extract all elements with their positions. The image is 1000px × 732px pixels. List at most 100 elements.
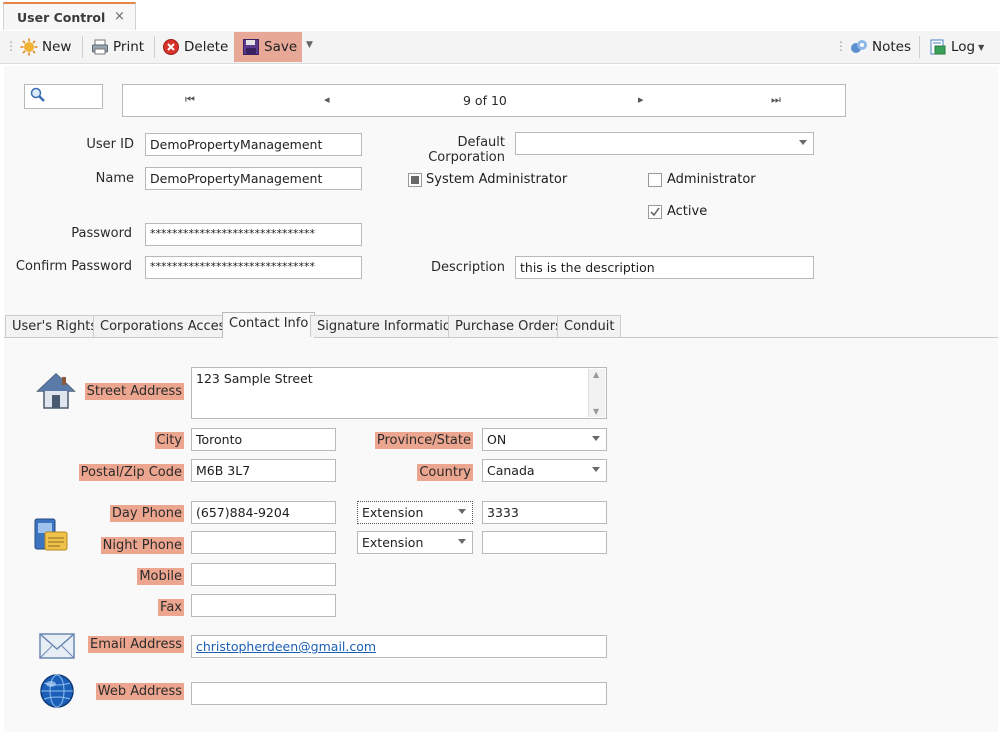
tab-conduit[interactable]: Conduit bbox=[557, 315, 622, 337]
fax-input[interactable] bbox=[191, 594, 336, 617]
province-state-label: Province/State bbox=[374, 432, 473, 449]
toolbar-separator bbox=[82, 36, 83, 58]
active-label: Active bbox=[667, 204, 708, 219]
email-address-link[interactable]: christopherdeen@gmail.com bbox=[196, 639, 376, 654]
first-record-icon[interactable]: ⏮ bbox=[185, 93, 195, 107]
night-extension-type-value: Extension bbox=[362, 535, 424, 550]
toolbar-separator bbox=[919, 36, 920, 58]
notes-button-label: Notes bbox=[872, 39, 911, 55]
close-icon[interactable]: × bbox=[114, 9, 125, 24]
chevron-down-icon bbox=[592, 467, 600, 472]
night-phone-input[interactable] bbox=[191, 531, 336, 554]
postal-zip-input[interactable]: M6B 3L7 bbox=[191, 459, 336, 482]
chevron-down-icon bbox=[799, 140, 807, 145]
toolbar: ⋮ New Print Delete Save ▼ ⋮ Notes Log ▼ bbox=[0, 31, 1000, 64]
log-icon bbox=[930, 39, 946, 55]
night-extension-input[interactable] bbox=[482, 531, 607, 554]
next-record-icon[interactable]: ▸ bbox=[638, 93, 644, 106]
province-state-value: ON bbox=[487, 432, 507, 447]
log-button-label: Log bbox=[951, 39, 976, 55]
day-phone-input[interactable]: (657)884-9204 bbox=[191, 501, 336, 524]
day-extension-type-value: Extension bbox=[362, 505, 424, 520]
print-button-label: Print bbox=[113, 39, 145, 55]
checkmark-icon bbox=[650, 207, 660, 217]
country-value: Canada bbox=[487, 463, 535, 478]
save-button-label: Save bbox=[264, 39, 298, 55]
description-label: Description bbox=[430, 260, 505, 275]
street-address-label: Street Address bbox=[84, 383, 184, 400]
active-checkbox[interactable] bbox=[648, 205, 662, 219]
new-star-icon bbox=[20, 38, 38, 56]
mobile-label: Mobile bbox=[137, 568, 184, 585]
name-label: Name bbox=[95, 171, 134, 186]
new-button-label: New bbox=[42, 39, 72, 55]
day-phone-label: Day Phone bbox=[109, 505, 184, 522]
print-button[interactable]: Print bbox=[91, 32, 144, 62]
notes-button[interactable]: Notes bbox=[850, 32, 911, 62]
mobile-input[interactable] bbox=[191, 563, 336, 586]
administrator-label: Administrator bbox=[667, 172, 756, 187]
day-extension-input[interactable]: 3333 bbox=[482, 501, 607, 524]
printer-icon bbox=[92, 39, 108, 55]
search-input[interactable] bbox=[24, 84, 103, 109]
tab-signature-information[interactable]: Signature Information bbox=[310, 315, 467, 337]
system-administrator-checkbox[interactable] bbox=[408, 173, 422, 187]
toolbar-grip-icon[interactable]: ⋮ bbox=[5, 39, 17, 53]
save-button[interactable]: Save bbox=[234, 32, 302, 62]
street-address-scrollbar[interactable]: ▲ ▼ bbox=[588, 369, 605, 417]
chevron-down-icon bbox=[592, 436, 600, 441]
previous-record-icon[interactable]: ◂ bbox=[324, 93, 330, 106]
tab-contact-info[interactable]: Contact Info bbox=[222, 312, 316, 338]
chevron-down-icon bbox=[458, 509, 466, 514]
city-label: City bbox=[154, 432, 184, 449]
scroll-up-icon[interactable]: ▲ bbox=[593, 370, 599, 379]
password-input[interactable]: ****************************** bbox=[145, 223, 362, 246]
document-tab-strip bbox=[0, 0, 1000, 32]
log-button[interactable]: Log ▼ bbox=[929, 32, 984, 62]
web-address-label: Web Address bbox=[95, 683, 184, 700]
administrator-checkbox[interactable] bbox=[648, 173, 662, 187]
user-id-input[interactable]: DemoPropertyManagement bbox=[145, 133, 362, 156]
email-address-input[interactable]: christopherdeen@gmail.com bbox=[191, 635, 607, 658]
record-position: 9 of 10 bbox=[463, 93, 507, 108]
fax-label: Fax bbox=[158, 599, 184, 616]
country-select[interactable]: Canada bbox=[482, 459, 607, 482]
street-address-input[interactable]: 123 Sample Street ▲ ▼ bbox=[191, 367, 607, 419]
search-icon bbox=[30, 87, 45, 102]
toolbar-separator bbox=[154, 36, 155, 58]
web-address-input[interactable] bbox=[191, 682, 607, 705]
last-record-icon[interactable]: ⏭ bbox=[771, 93, 781, 107]
toolbar-grip-icon-right[interactable]: ⋮ bbox=[835, 39, 847, 53]
document-tab-user-control[interactable]: User Control × bbox=[3, 2, 136, 30]
indeterminate-mark bbox=[411, 176, 419, 184]
system-administrator-label: System Administrator bbox=[426, 172, 568, 187]
province-state-select[interactable]: ON bbox=[482, 428, 607, 451]
delete-button[interactable]: Delete bbox=[162, 32, 228, 62]
log-dropdown-arrow-icon[interactable]: ▼ bbox=[978, 43, 984, 52]
country-label: Country bbox=[417, 464, 473, 481]
user-id-label: User ID bbox=[86, 137, 134, 152]
delete-icon bbox=[163, 39, 179, 55]
night-extension-type-select[interactable]: Extension bbox=[357, 531, 473, 554]
chevron-down-icon bbox=[458, 539, 466, 544]
postal-zip-label: Postal/Zip Code bbox=[78, 464, 184, 481]
email-address-label: Email Address bbox=[88, 636, 184, 653]
tab-users-rights[interactable]: User's Rights bbox=[5, 315, 105, 337]
confirm-password-label: Confirm Password bbox=[15, 259, 132, 274]
password-label: Password bbox=[71, 226, 132, 241]
tab-corporations-access[interactable]: Corporations Access bbox=[93, 315, 240, 337]
day-extension-type-select[interactable]: Extension bbox=[357, 501, 473, 524]
street-address-value: 123 Sample Street bbox=[196, 371, 313, 386]
record-navigator: ⏮ ◂ 9 of 10 ▸ ⏭ bbox=[122, 84, 846, 117]
default-corporation-select[interactable] bbox=[515, 132, 814, 155]
confirm-password-input[interactable]: ****************************** bbox=[145, 256, 362, 279]
scroll-down-icon[interactable]: ▼ bbox=[593, 407, 599, 416]
save-dropdown-arrow-icon[interactable]: ▼ bbox=[306, 40, 313, 50]
save-disk-icon bbox=[243, 39, 259, 55]
tab-purchase-orders[interactable]: Purchase Orders bbox=[448, 315, 569, 337]
delete-button-label: Delete bbox=[184, 39, 229, 55]
city-input[interactable]: Toronto bbox=[191, 428, 336, 451]
description-input[interactable]: this is the description bbox=[515, 256, 814, 279]
name-input[interactable]: DemoPropertyManagement bbox=[145, 167, 362, 190]
new-button[interactable]: New bbox=[20, 32, 71, 62]
